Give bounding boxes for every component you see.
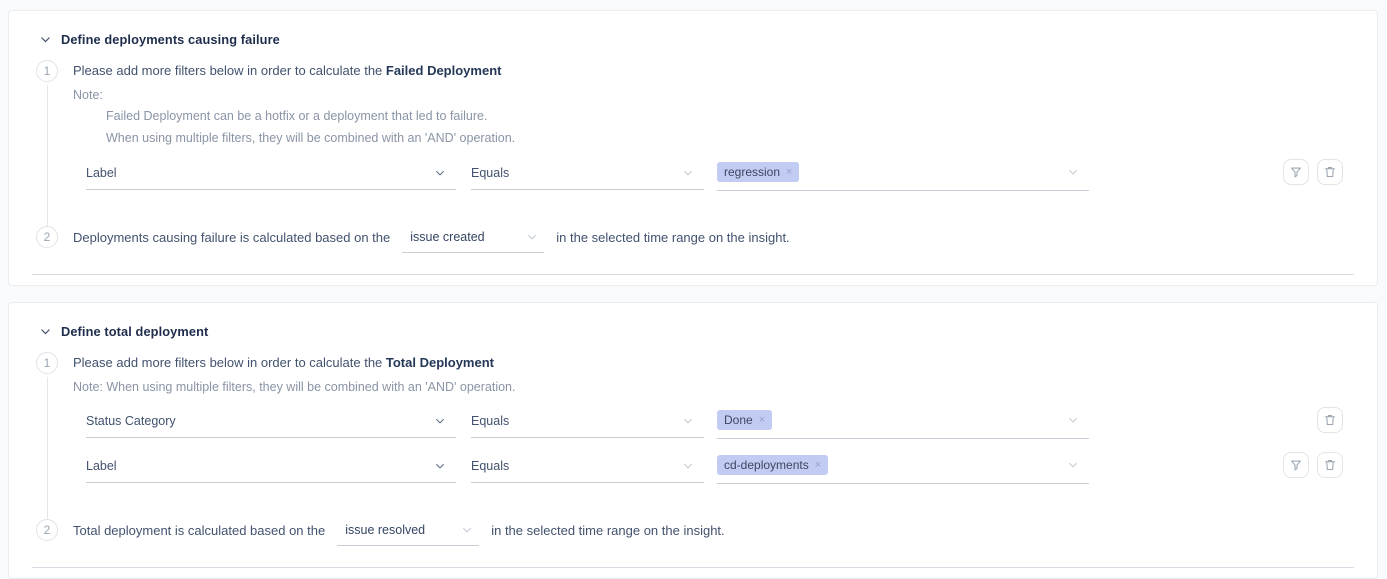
step-rail: 1 [36, 352, 58, 499]
funnel-icon [1289, 458, 1303, 472]
value-tag: Done × [717, 410, 772, 430]
tag-label: cd-deployments [724, 458, 809, 472]
remove-tag-icon[interactable]: × [815, 458, 821, 472]
delete-filter-button[interactable] [1317, 407, 1343, 433]
row-actions [1283, 452, 1343, 478]
note-line: Failed Deployment can be a hotfix or a d… [106, 108, 1377, 125]
step-rail: 2 [36, 519, 58, 541]
step-connector-line [47, 85, 48, 227]
delete-filter-button[interactable] [1317, 452, 1343, 478]
panel-title: Define total deployment [61, 324, 208, 339]
filter-operator-value: Equals [471, 166, 509, 180]
trash-icon [1323, 165, 1337, 179]
trash-icon [1323, 413, 1337, 427]
row-actions [1317, 407, 1343, 433]
chevron-down-icon [526, 231, 538, 243]
delete-filter-button[interactable] [1317, 159, 1343, 185]
value-tag: cd-deployments × [717, 455, 828, 475]
sentence-after: in the selected time range on the insigh… [491, 523, 724, 539]
remove-tag-icon[interactable]: × [786, 165, 792, 179]
chevron-down-icon [1067, 414, 1079, 426]
filter-field-select[interactable]: Label [86, 454, 456, 483]
chevron-down-icon [682, 460, 694, 472]
step-1: 1 Please add more filters below in order… [9, 60, 1377, 206]
filter-field-select[interactable]: Status Category [86, 409, 456, 438]
filter-options-button[interactable] [1283, 159, 1309, 185]
calculation-sentence: Deployments causing failure is calculate… [73, 226, 1377, 253]
step-number-badge: 2 [36, 519, 58, 541]
panel-header[interactable]: Define deployments causing failure [9, 11, 1377, 60]
event-type-select[interactable]: issue created [402, 226, 544, 253]
filter-options-button[interactable] [1283, 452, 1309, 478]
filter-row: Label Equals cd-deployments × [73, 454, 1377, 484]
filter-operator-value: Equals [471, 459, 509, 473]
filter-field-value: Label [86, 166, 117, 180]
chevron-down-icon[interactable] [39, 33, 52, 46]
filter-field-select[interactable]: Label [86, 161, 456, 190]
filter-row: Label Equals regression × [73, 161, 1377, 191]
filter-operator-select[interactable]: Equals [471, 161, 704, 190]
funnel-icon [1289, 165, 1303, 179]
instruction-metric-name: Total Deployment [386, 355, 494, 370]
step-number-badge: 1 [36, 60, 58, 82]
filter-operator-select[interactable]: Equals [471, 409, 704, 438]
note-label: Note: [73, 87, 1377, 103]
instruction-text: Please add more filters below in order t… [73, 355, 386, 370]
instruction-metric-name: Failed Deployment [386, 63, 502, 78]
chevron-down-icon [434, 415, 446, 427]
chevron-down-icon [1067, 459, 1079, 471]
filter-value-select[interactable]: regression × [717, 161, 1089, 191]
chevron-down-icon[interactable] [39, 325, 52, 338]
chevron-down-icon [682, 415, 694, 427]
chevron-down-icon [682, 167, 694, 179]
panel-bottom-divider [32, 274, 1354, 275]
instruction-text: Please add more filters below in order t… [73, 63, 386, 78]
sentence-after: in the selected time range on the insigh… [556, 230, 789, 246]
event-type-value: issue resolved [345, 522, 425, 538]
panel-define-total-deployment: Define total deployment 1 Please add mor… [8, 302, 1378, 579]
step-number-badge: 2 [36, 226, 58, 248]
panel-define-deployments-causing-failure: Define deployments causing failure 1 Ple… [8, 10, 1378, 286]
panel-bottom-divider [32, 567, 1354, 568]
chevron-down-icon [1067, 166, 1079, 178]
step-rail: 2 [36, 226, 58, 248]
filter-field-value: Label [86, 459, 117, 473]
filter-operator-value: Equals [471, 414, 509, 428]
step-2: 2 Deployments causing failure is calcula… [9, 226, 1377, 253]
calculation-sentence: Total deployment is calculated based on … [73, 519, 1377, 546]
tag-label: regression [724, 165, 780, 179]
step-2: 2 Total deployment is calculated based o… [9, 519, 1377, 546]
panel-header[interactable]: Define total deployment [9, 303, 1377, 352]
tag-label: Done [724, 413, 753, 427]
filter-field-value: Status Category [86, 414, 176, 428]
event-type-select[interactable]: issue resolved [337, 519, 479, 546]
value-tag: regression × [717, 162, 799, 182]
step-1: 1 Please add more filters below in order… [9, 352, 1377, 499]
step-connector-line [47, 377, 48, 520]
chevron-down-icon [434, 167, 446, 179]
step-instruction: Please add more filters below in order t… [73, 60, 1377, 79]
filter-value-select[interactable]: cd-deployments × [717, 454, 1089, 484]
filter-row: Status Category Equals Done × [73, 409, 1377, 439]
note-line: When using multiple filters, they will b… [106, 130, 1377, 147]
step-number-badge: 1 [36, 352, 58, 374]
step-instruction: Please add more filters below in order t… [73, 352, 1377, 371]
note-line: Note: When using multiple filters, they … [73, 379, 1377, 395]
filter-value-select[interactable]: Done × [717, 409, 1089, 439]
remove-tag-icon[interactable]: × [759, 413, 765, 427]
chevron-down-icon [461, 524, 473, 536]
step-rail: 1 [36, 60, 58, 206]
filter-operator-select[interactable]: Equals [471, 454, 704, 483]
panel-title: Define deployments causing failure [61, 32, 280, 47]
sentence-before: Deployments causing failure is calculate… [73, 230, 390, 246]
row-actions [1283, 159, 1343, 185]
sentence-before: Total deployment is calculated based on … [73, 523, 325, 539]
trash-icon [1323, 458, 1337, 472]
event-type-value: issue created [410, 229, 484, 245]
chevron-down-icon [434, 460, 446, 472]
